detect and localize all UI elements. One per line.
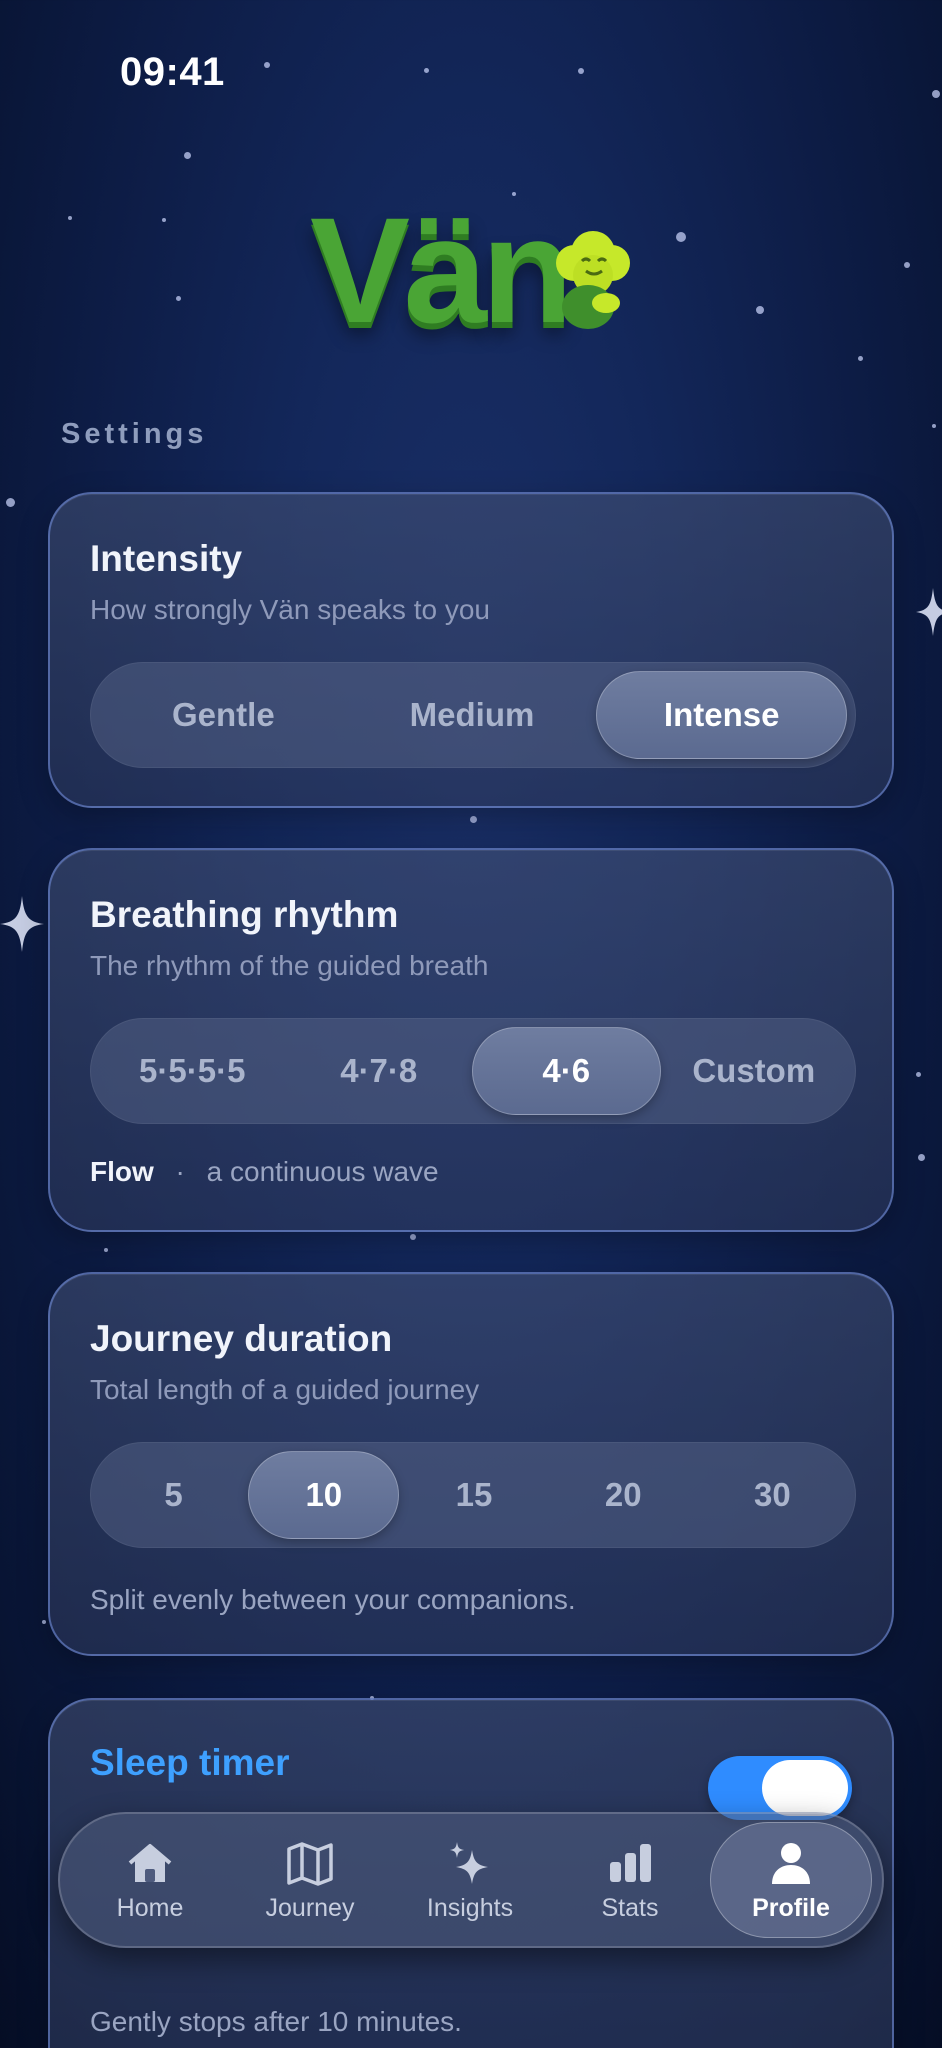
journey-subtitle: Total length of a guided journey	[90, 1374, 480, 1405]
tab-stats[interactable]: Stats	[550, 1822, 710, 1938]
toggle-knob	[762, 1760, 848, 1816]
breathing-option-478[interactable]: 4·7·8	[286, 1027, 473, 1115]
breathing-segmented-control: 5·5·5·5 4·7·8 4·6 Custom	[90, 1018, 856, 1124]
journey-title: Journey duration	[90, 1318, 393, 1359]
breathing-subtitle: The rhythm of the guided breath	[90, 950, 489, 981]
settings-section-label: Settings	[61, 418, 208, 450]
journey-option-30[interactable]: 30	[698, 1451, 847, 1539]
tab-insights[interactable]: Insights	[390, 1822, 550, 1938]
journey-note: Split evenly between your companions.	[90, 1584, 576, 1615]
tab-label-profile: Profile	[752, 1893, 830, 1922]
intensity-option-medium[interactable]: Medium	[348, 671, 597, 759]
journey-option-10[interactable]: 10	[248, 1451, 400, 1539]
mascot-cloud-icon	[556, 231, 630, 329]
bar-chart-icon	[610, 1843, 651, 1882]
journey-option-5[interactable]: 5	[99, 1451, 248, 1539]
intensity-card: Intensity How strongly Vän speaks to you…	[48, 492, 894, 808]
intensity-segmented-control: Gentle Medium Intense	[90, 662, 856, 768]
breathing-note-label: Flow	[90, 1156, 154, 1187]
sleep-timer-title: Sleep timer	[90, 1742, 290, 1783]
intensity-title: Intensity	[90, 538, 243, 579]
map-icon	[287, 1841, 333, 1886]
person-icon	[772, 1842, 810, 1884]
journey-segmented-control: 5 10 15 20 30	[90, 1442, 856, 1548]
bottom-tab-bar: Home Journey Insights Stats Profile	[58, 1812, 884, 1948]
breathing-note: Flow · a continuous wave	[90, 1156, 439, 1188]
tab-label-home: Home	[116, 1893, 184, 1922]
breathing-option-5555[interactable]: 5·5·5·5	[99, 1027, 286, 1115]
breathing-title: Breathing rhythm	[90, 894, 399, 935]
breathing-option-46[interactable]: 4·6	[472, 1027, 661, 1115]
house-icon	[128, 1843, 172, 1882]
breathing-note-text: a continuous wave	[206, 1156, 439, 1187]
breathing-note-separator: ·	[175, 1156, 185, 1187]
tab-profile[interactable]: Profile	[710, 1822, 872, 1938]
sparkles-icon	[450, 1841, 488, 1884]
breathing-option-custom[interactable]: Custom	[661, 1027, 848, 1115]
sparkle-icon	[916, 588, 942, 641]
van-logo: Vän	[310, 195, 640, 345]
tab-home[interactable]: Home	[70, 1822, 230, 1938]
journey-option-20[interactable]: 20	[549, 1451, 698, 1539]
tab-label-insights: Insights	[426, 1893, 514, 1922]
sleep-timer-toggle[interactable]	[708, 1756, 852, 1820]
status-bar-time: 09:41	[120, 50, 225, 94]
journey-option-15[interactable]: 15	[399, 1451, 548, 1539]
intensity-subtitle: How strongly Vän speaks to you	[90, 594, 490, 625]
intensity-option-gentle[interactable]: Gentle	[99, 671, 348, 759]
intensity-option-intense[interactable]: Intense	[596, 671, 848, 759]
sparkle-icon	[0, 896, 44, 957]
tab-label-journey: Journey	[265, 1893, 355, 1922]
tab-journey[interactable]: Journey	[230, 1822, 390, 1938]
logo-wordmark: Vän	[310, 186, 573, 354]
journey-duration-card: Journey duration Total length of a guide…	[48, 1272, 894, 1656]
sleep-timer-note: Gently stops after 10 minutes.	[90, 2006, 462, 2037]
tab-label-stats: Stats	[601, 1893, 659, 1922]
breathing-rhythm-card: Breathing rhythm The rhythm of the guide…	[48, 848, 894, 1232]
